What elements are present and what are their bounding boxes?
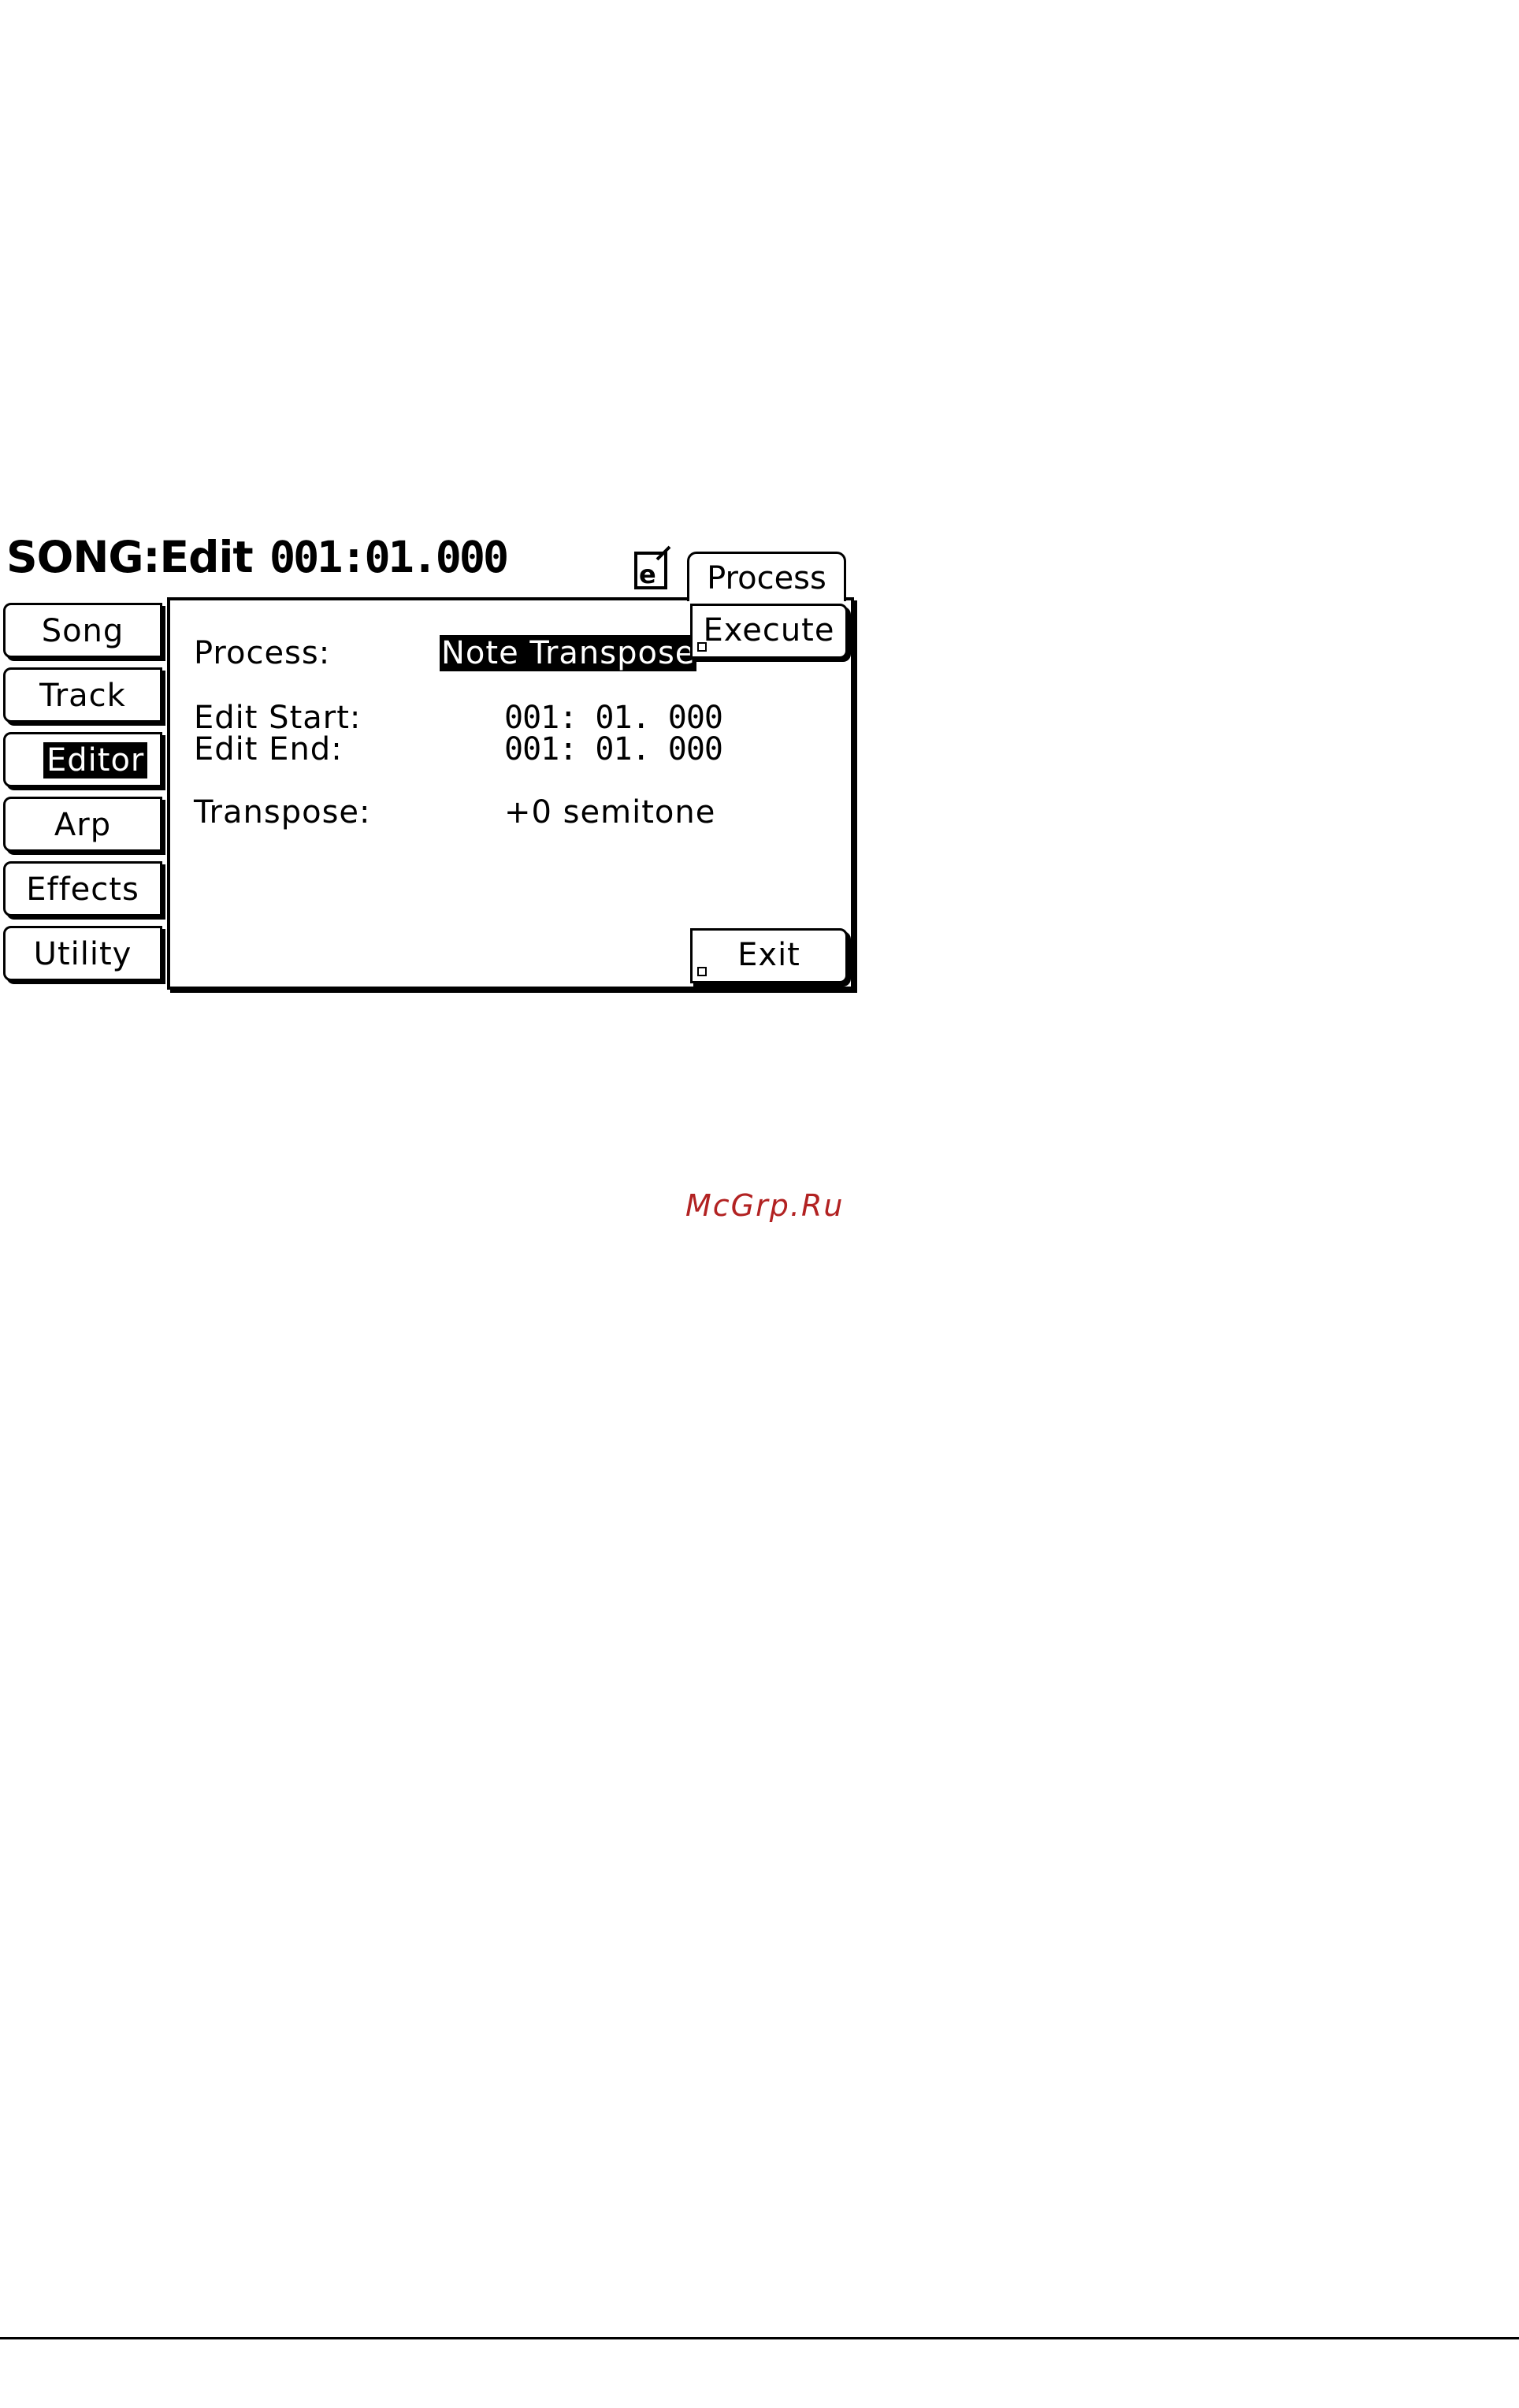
exit-button[interactable]: Exit	[690, 928, 848, 983]
watermark: McGrp.Ru	[685, 1188, 845, 1223]
song-edit-screen: SONG:Edit 001:01.000 e Process Song Trac…	[0, 528, 867, 1001]
edit-icon[interactable]: e	[633, 545, 673, 591]
corner-marker	[697, 967, 707, 976]
process-value[interactable]: Note Transpose	[440, 635, 697, 671]
execute-button[interactable]: Execute	[690, 604, 848, 659]
sidebar-item-label: Effects	[26, 871, 139, 908]
sidebar-item-label: Song	[41, 613, 124, 649]
exit-button-label: Exit	[737, 937, 800, 973]
song-position: 001:01.000	[269, 532, 509, 582]
process-value-text: Note Transpose	[440, 635, 697, 671]
process-panel: Process: Note Transpose Edit Start: 001:…	[167, 597, 854, 990]
svg-text:e: e	[639, 559, 656, 589]
tab-process[interactable]: Process	[687, 552, 846, 601]
sidebar-item-label: Track	[39, 678, 126, 714]
sidebar-item-track[interactable]: Track	[3, 667, 162, 723]
footer-rule	[0, 2337, 1519, 2339]
transpose-value[interactable]: +0 semitone	[504, 794, 715, 831]
tab-process-label: Process	[707, 560, 826, 596]
sidebar-item-label: Utility	[33, 936, 132, 972]
edit-end-label: Edit End:	[194, 731, 343, 767]
edit-end-value[interactable]: 001: 01. 000	[504, 731, 723, 767]
sidebar-item-label: Editor	[43, 742, 148, 779]
process-label: Process:	[194, 635, 331, 671]
corner-marker	[697, 642, 707, 652]
page-title: SONG:Edit	[6, 532, 254, 582]
transpose-label: Transpose:	[194, 794, 371, 831]
sidebar-item-label: Arp	[54, 807, 112, 843]
sidebar-item-song[interactable]: Song	[3, 603, 162, 658]
sidebar-item-editor[interactable]: Editor	[3, 732, 162, 787]
sidebar-item-utility[interactable]: Utility	[3, 926, 162, 981]
sidebar-item-arp[interactable]: Arp	[3, 797, 162, 852]
execute-button-label: Execute	[703, 612, 835, 648]
sidebar-item-effects[interactable]: Effects	[3, 861, 162, 916]
